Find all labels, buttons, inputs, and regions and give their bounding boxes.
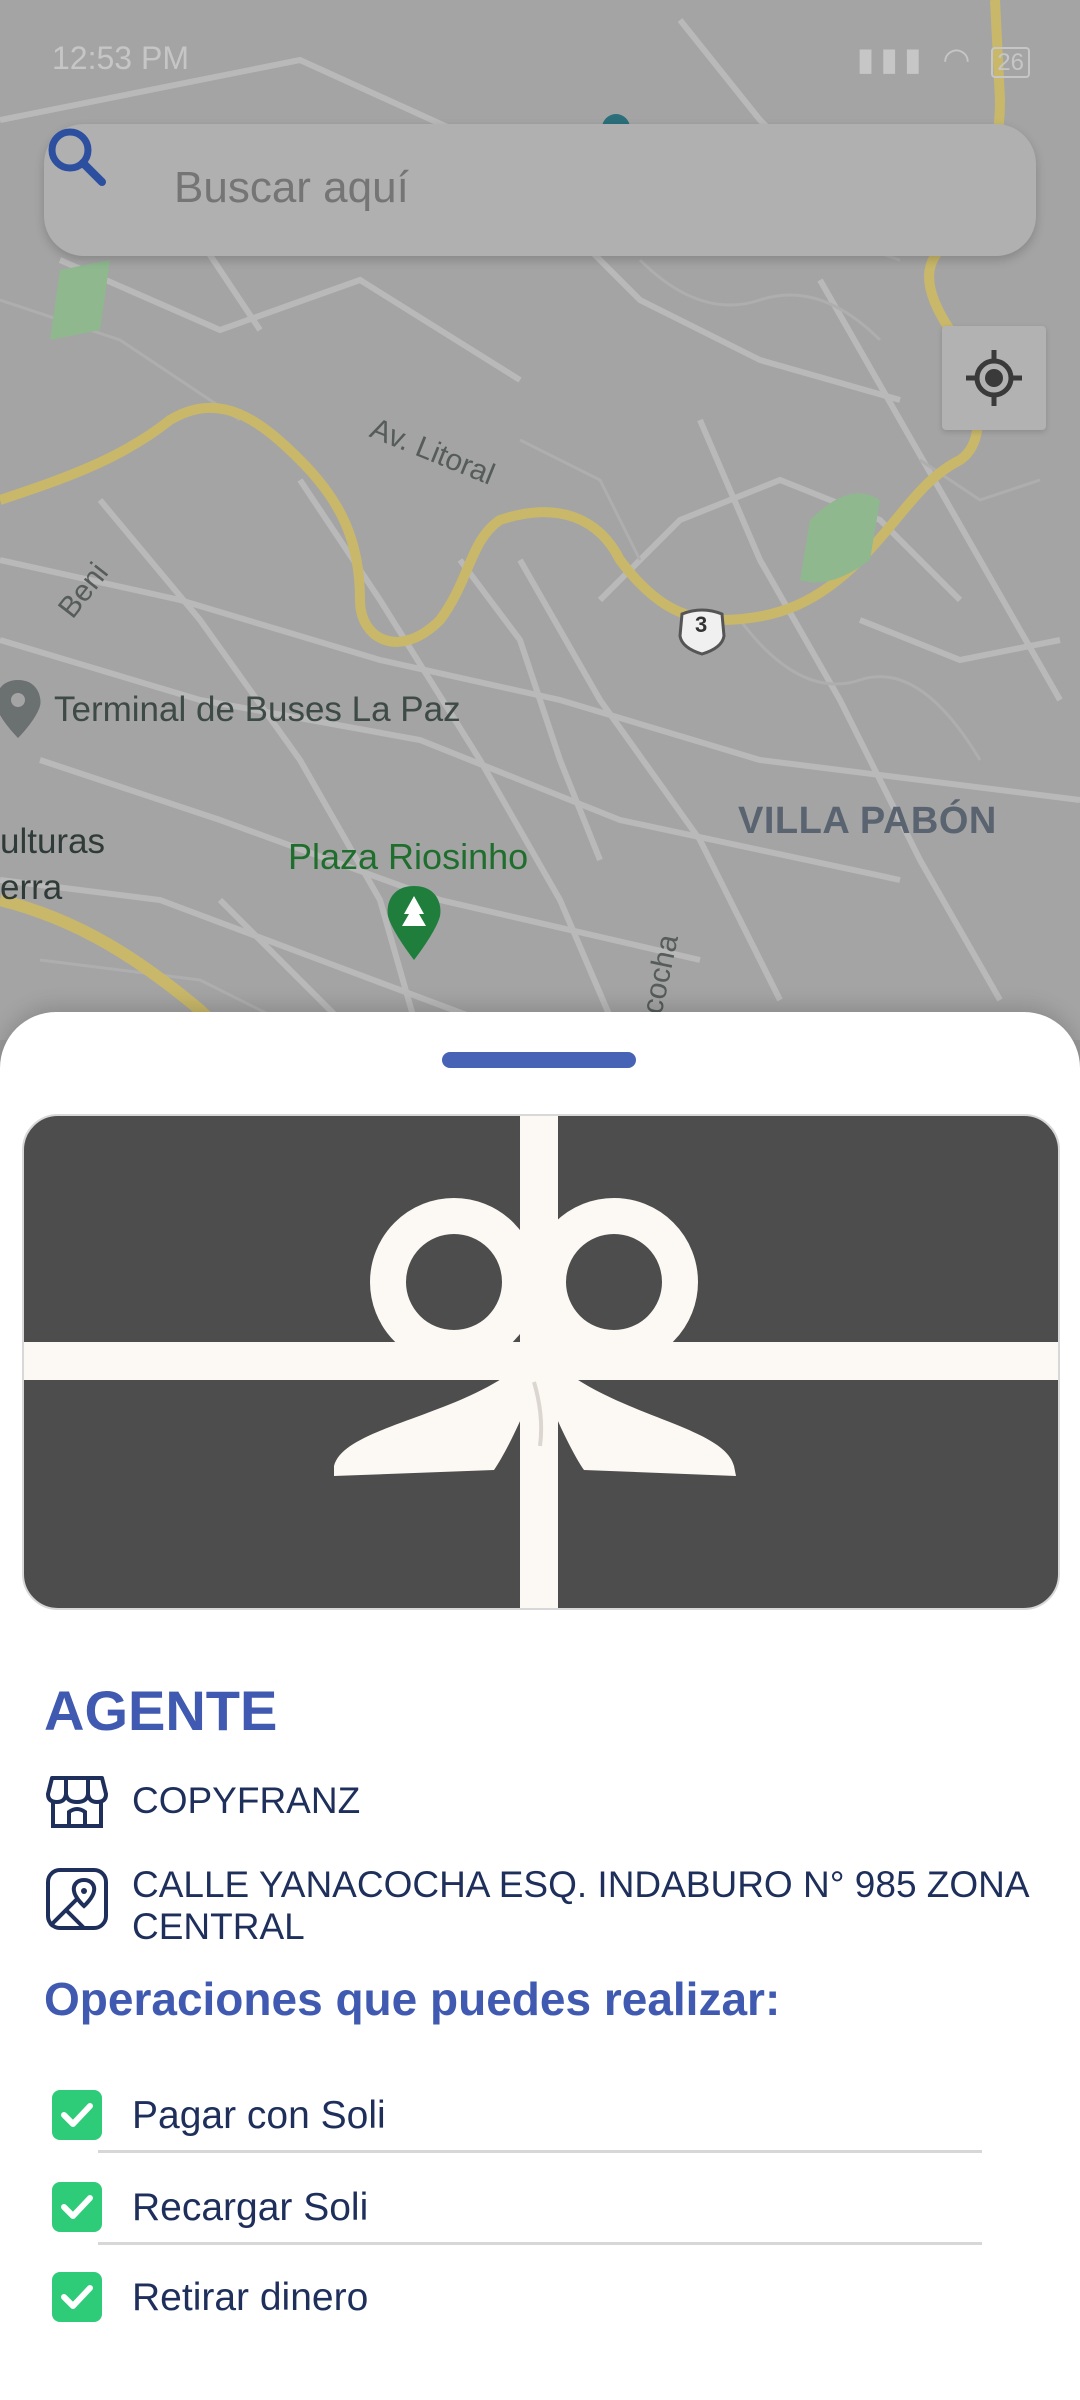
agent-title: AGENTE xyxy=(44,1679,278,1742)
route-shield-label: 3 xyxy=(695,612,708,637)
operation-item: Retirar dinero xyxy=(52,2272,982,2362)
operations-title: Operaciones que puedes realizar: xyxy=(44,1973,781,2025)
map-label-district: VILLA PABÓN xyxy=(738,800,997,842)
operation-label: Pagar con Soli xyxy=(132,2094,386,2137)
status-bar: 12:53 PM ▮▮▮ ◠ 26 xyxy=(0,0,1080,90)
search-bar[interactable] xyxy=(44,124,1036,256)
battery-icon: 26 xyxy=(991,47,1030,78)
divider xyxy=(98,2242,982,2245)
operation-label: Retirar dinero xyxy=(132,2276,369,2319)
operation-label: Recargar Soli xyxy=(132,2186,369,2229)
store-icon xyxy=(46,1776,108,1828)
operation-item: Pagar con Soli xyxy=(52,2090,982,2180)
map-pin-icon xyxy=(46,1868,108,1930)
status-icons: ▮▮▮ ◠ 26 xyxy=(857,40,1030,78)
agent-address: CALLE YANACOCHA ESQ. INDABURO N° 985 ZON… xyxy=(132,1864,1028,1947)
my-location-button[interactable] xyxy=(942,326,1046,430)
operation-item: Recargar Soli xyxy=(52,2182,982,2272)
my-location-icon xyxy=(966,350,1022,406)
map-label-culturas-2: erra xyxy=(0,868,63,907)
signal-wifi-icon: ▮▮▮ ◠ xyxy=(856,41,977,77)
map-view[interactable]: Terminal de Buses La Paz VILLA PABÓN Pla… xyxy=(0,0,1080,1040)
map-label-terminal[interactable]: Terminal de Buses La Paz xyxy=(54,690,461,730)
check-icon xyxy=(52,2182,102,2232)
search-input[interactable] xyxy=(172,162,976,214)
sheet-drag-handle[interactable] xyxy=(442,1052,636,1068)
status-time: 12:53 PM xyxy=(52,40,189,76)
agent-bottom-sheet[interactable]: AGENTE COPYFRANZ CALLE YANACOCHA ESQ. IN… xyxy=(0,1012,1080,2400)
agent-name: COPYFRANZ xyxy=(132,1780,361,1821)
map-label-culturas-1: ulturas xyxy=(0,822,106,861)
divider xyxy=(98,2150,982,2153)
map-label-park[interactable]: Plaza Riosinho xyxy=(288,836,528,878)
gift-ribbon-icon xyxy=(24,1116,1058,1608)
check-icon xyxy=(52,2090,102,2140)
check-icon xyxy=(52,2272,102,2322)
gift-card-image xyxy=(22,1114,1060,1610)
search-icon xyxy=(48,128,106,186)
